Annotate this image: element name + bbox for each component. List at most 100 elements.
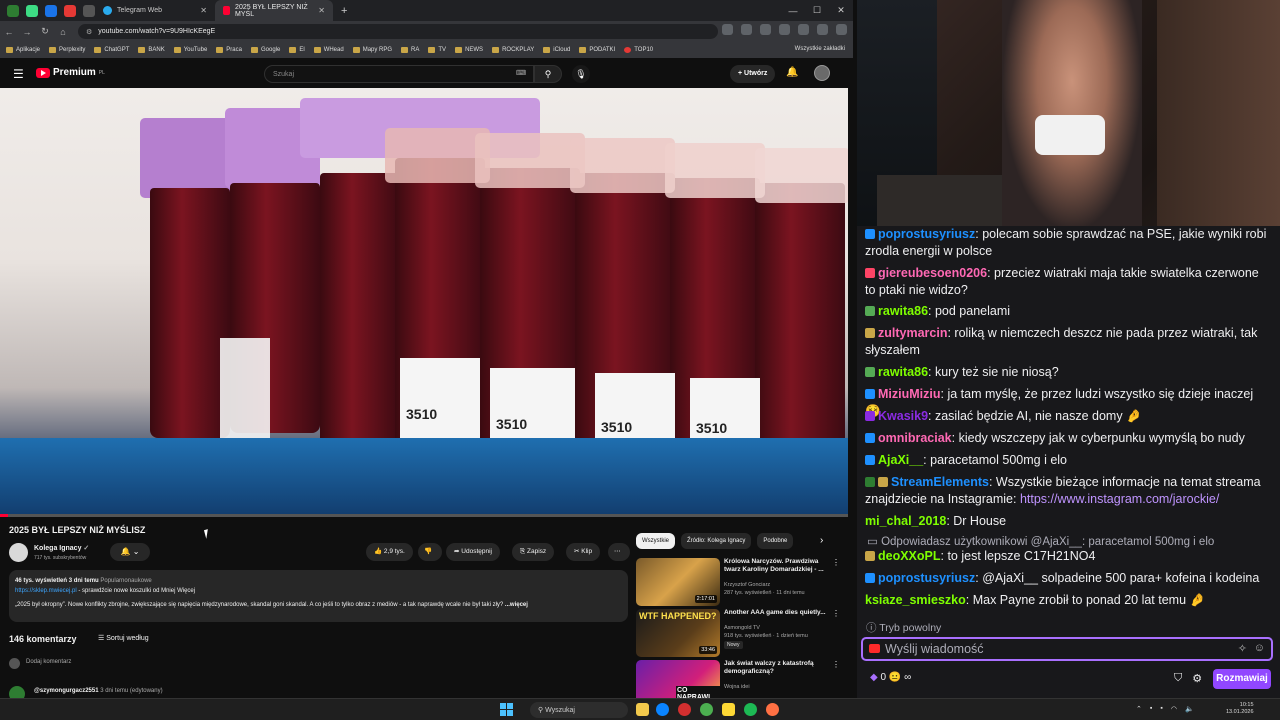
chip-all[interactable]: Wszystkie: [636, 533, 675, 549]
notifications-icon[interactable]: 🔔: [786, 67, 798, 78]
bookmark-item[interactable]: WHead: [313, 47, 344, 53]
bookmark-item[interactable]: PODATKI: [579, 47, 615, 53]
channel-name[interactable]: Kolega Ignacy ✓: [34, 544, 89, 552]
extension-icon[interactable]: [798, 24, 809, 35]
save-button[interactable]: ⎘ Zapisz: [512, 543, 555, 561]
mic-icon[interactable]: 🎙: [572, 65, 590, 83]
new-tab-button[interactable]: +: [341, 5, 347, 17]
chip-similar[interactable]: Podobne: [757, 533, 794, 549]
seek-bar[interactable]: [0, 514, 848, 517]
all-bookmarks[interactable]: Wszystkie zakładki: [795, 46, 845, 52]
create-button[interactable]: + Utwórz: [730, 65, 776, 83]
clock[interactable]: 10:15 13.01.2026: [1226, 702, 1254, 716]
chat-input[interactable]: Wyślij wiadomość ✧ ☺: [861, 637, 1273, 661]
emote-picker-icon[interactable]: ✧: [1238, 642, 1247, 655]
pinned-tab-icon[interactable]: [64, 4, 76, 17]
windows-start-icon[interactable]: [500, 703, 513, 716]
app-icon[interactable]: [678, 703, 691, 716]
home-icon[interactable]: ⌂: [54, 27, 72, 37]
chat-username[interactable]: Kwasik9: [878, 409, 928, 423]
chat-username[interactable]: poprostusyriusz: [878, 227, 975, 241]
site-info-icon[interactable]: ⚙: [86, 28, 92, 36]
cast-icon[interactable]: [722, 24, 733, 35]
volume-icon[interactable]: 🔈: [1185, 705, 1194, 713]
taskbar-search[interactable]: ⚲ Wyszukaj: [530, 702, 628, 718]
comment-avatar[interactable]: [9, 686, 25, 698]
file-explorer-icon[interactable]: [636, 703, 649, 716]
channel-avatar[interactable]: [9, 543, 28, 562]
back-icon[interactable]: ←: [0, 27, 18, 37]
shop-link[interactable]: https://sklep.mwiecej.pl: [15, 588, 77, 594]
bookmark-item[interactable]: Praca: [216, 47, 242, 53]
menu-icon[interactable]: ☰: [13, 67, 24, 81]
chat-username[interactable]: rawita86: [878, 304, 928, 318]
reload-icon[interactable]: ↻: [36, 26, 54, 37]
tray-icon[interactable]: ▪: [1150, 705, 1152, 713]
shield-icon[interactable]: ⛉: [1174, 672, 1182, 685]
more-icon[interactable]: ⋮: [832, 609, 840, 618]
bookmark-item[interactable]: El: [289, 47, 305, 53]
extension-icon[interactable]: [779, 24, 790, 35]
tray-icon[interactable]: ▪: [1160, 705, 1162, 713]
chat-username[interactable]: deoXXoPL: [878, 549, 941, 563]
star-icon[interactable]: [741, 24, 752, 35]
bookmark-item[interactable]: RA: [401, 47, 419, 53]
chat-username[interactable]: zultymarcin: [878, 326, 947, 340]
share-button[interactable]: ➦ Udostępnij: [446, 543, 500, 561]
related-video[interactable]: 2:17:01 Królowa Narcyzów. Prawdziwa twar…: [636, 558, 846, 608]
bookmark-item[interactable]: YouTube: [173, 47, 207, 53]
bookmark-item[interactable]: iCloud: [543, 47, 570, 53]
extension-icon[interactable]: [817, 24, 828, 35]
comment-author[interactable]: @szymongurgacz2551 3 dni temu (edytowany…: [34, 688, 163, 694]
bookmark-item[interactable]: ChatGPT: [94, 47, 129, 53]
dislike-button[interactable]: 👎: [418, 543, 442, 561]
forward-icon[interactable]: →: [18, 27, 36, 37]
instagram-link[interactable]: https://www.instagram.com/jarockie/: [1020, 492, 1219, 506]
close-icon[interactable]: ✕: [200, 6, 207, 15]
gear-icon[interactable]: ⚙: [1192, 672, 1202, 685]
close-window-icon[interactable]: ✕: [829, 5, 853, 16]
maximize-icon[interactable]: ☐: [805, 5, 829, 16]
keyboard-icon[interactable]: ⌨: [516, 69, 526, 77]
notes-icon[interactable]: [722, 703, 735, 716]
search-input[interactable]: Szukaj: [264, 65, 534, 83]
related-video[interactable]: WTF HAPPENED? 33:46 Another AAA game die…: [636, 609, 846, 659]
like-button[interactable]: 👍 2,9 tys.: [366, 543, 413, 561]
minimize-icon[interactable]: —: [781, 6, 805, 16]
search-icon[interactable]: ⚲: [534, 65, 562, 83]
chat-username[interactable]: mi_chal_2018: [865, 514, 946, 528]
pinned-tab-icon[interactable]: [26, 4, 38, 17]
chrome-icon[interactable]: [700, 703, 713, 716]
avatar[interactable]: [814, 65, 830, 81]
bookmark-item[interactable]: BANK: [138, 47, 165, 53]
smile-icon[interactable]: ☺: [1254, 642, 1265, 654]
pinned-tab-icon[interactable]: [83, 4, 95, 17]
bookmark-item[interactable]: TV: [428, 47, 446, 53]
sort-button[interactable]: ☰ Sortuj według: [98, 634, 149, 642]
spotify-icon[interactable]: [744, 703, 757, 716]
related-video[interactable]: CO NAPRAWI Jak świat walczy z katastrofą…: [636, 660, 846, 698]
chat-username[interactable]: rawita86: [878, 365, 928, 379]
subscription-bell-button[interactable]: 🔔 ⌄: [110, 543, 150, 561]
bookmark-item[interactable]: ROCKPLAY: [492, 47, 534, 53]
chat-username[interactable]: AjaXi__: [878, 453, 923, 467]
chat-username[interactable]: MiziuMiziu: [878, 387, 941, 401]
bookmark-item[interactable]: Aplikacje: [6, 47, 40, 53]
chat-username[interactable]: poprostusyriusz: [878, 571, 975, 585]
more-icon[interactable]: ⋮: [832, 660, 840, 669]
url-field[interactable]: ⚙ youtube.com/watch?v=9U9HIcKEegE: [78, 24, 718, 39]
channel-points[interactable]: ◆ 0 😐 ∞: [870, 672, 911, 683]
description-box[interactable]: 46 tys. wyświetleń 3 dni temu Popularnon…: [9, 570, 628, 622]
chat-username[interactable]: omnibraciak: [878, 431, 952, 445]
chat-username[interactable]: StreamElements: [891, 475, 989, 489]
more-actions-button[interactable]: ⋯: [608, 543, 630, 561]
chip-source[interactable]: Źródło: Kolega Ignacy: [681, 533, 752, 549]
tab-telegram[interactable]: Telegram Web ✕: [95, 0, 215, 21]
extension-icon[interactable]: [836, 24, 847, 35]
chat-username[interactable]: ksiaze_smieszko: [865, 593, 966, 607]
close-icon[interactable]: ✕: [318, 6, 325, 15]
more-icon[interactable]: ⋮: [832, 558, 840, 567]
show-more-button[interactable]: ...więcej: [505, 602, 528, 608]
chat-username[interactable]: giereubesoen0206: [878, 266, 987, 280]
send-button[interactable]: Rozmawiaj: [1213, 669, 1271, 689]
